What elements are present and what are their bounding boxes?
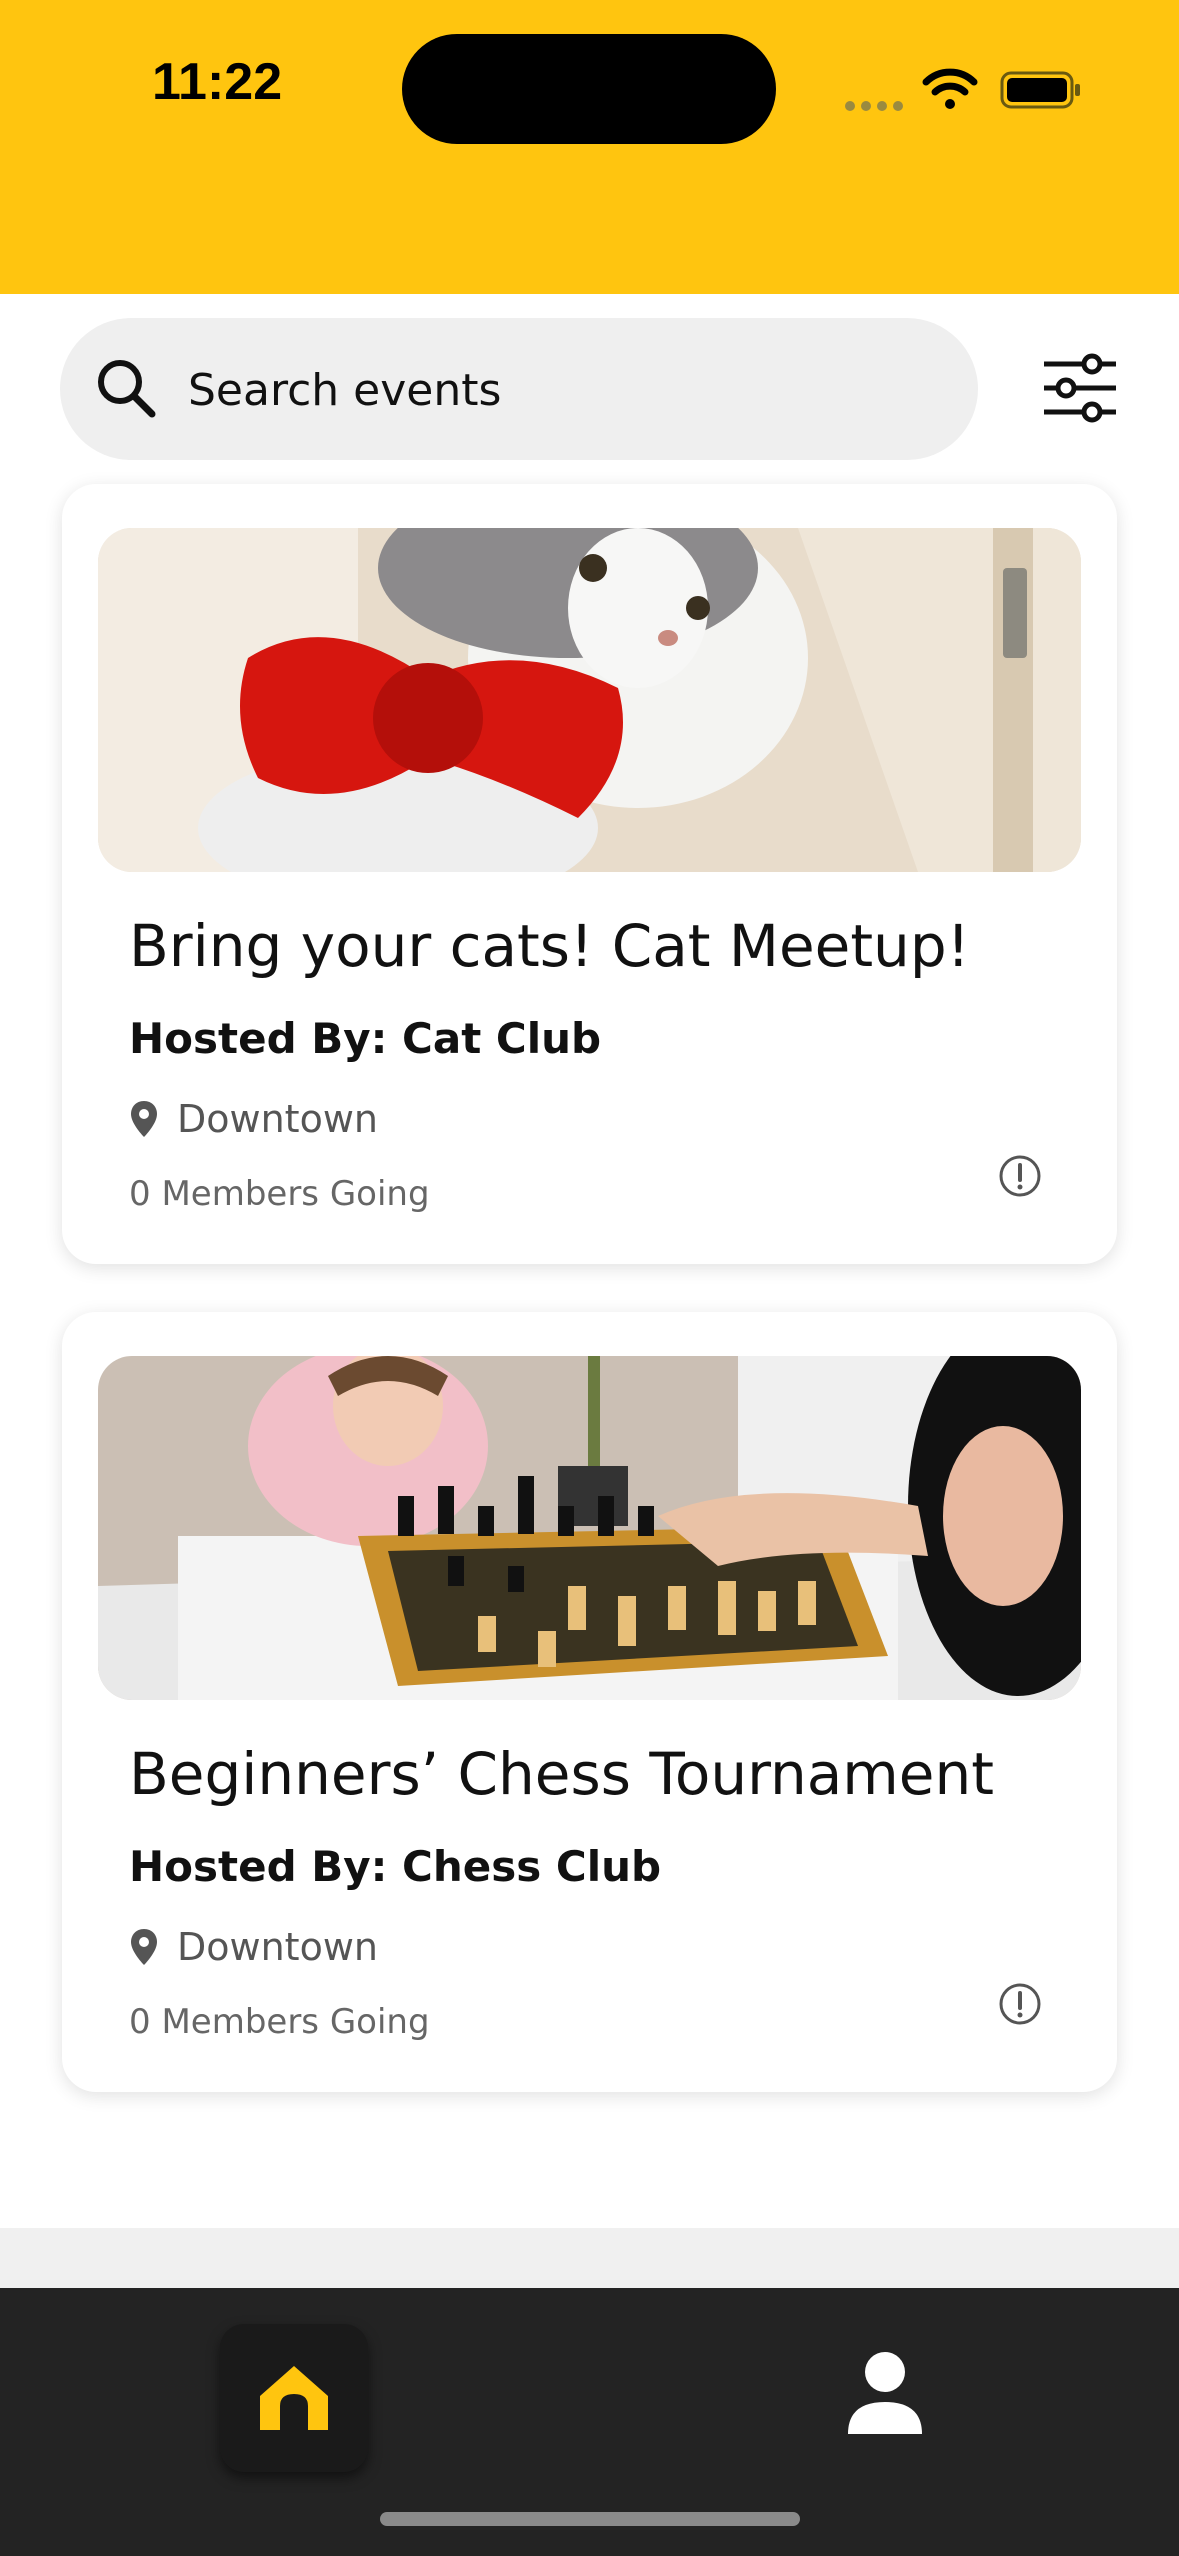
event-members-count: 0 Members Going bbox=[129, 2002, 430, 2042]
event-card[interactable]: Beginners’ Chess Tournament Hosted By: C… bbox=[62, 1312, 1117, 2092]
search-icon bbox=[98, 360, 156, 418]
event-members-count: 0 Members Going bbox=[129, 1174, 430, 1214]
event-location-text: Downtown bbox=[177, 1097, 378, 1141]
event-host: Hosted By: Cat Club bbox=[129, 1014, 602, 1063]
dynamic-island bbox=[402, 34, 776, 144]
event-location: Downtown bbox=[129, 1094, 378, 1144]
report-alert-icon[interactable] bbox=[998, 1982, 1042, 2026]
event-host: Hosted By: Chess Club bbox=[129, 1842, 662, 1891]
event-location-text: Downtown bbox=[177, 1925, 378, 1969]
search-input[interactable] bbox=[186, 318, 950, 462]
event-title: Beginners’ Chess Tournament bbox=[129, 1740, 994, 1808]
event-title: Bring your cats! Cat Meetup! bbox=[129, 912, 970, 980]
home-icon bbox=[260, 2366, 328, 2430]
cellular-signal-icon bbox=[845, 96, 909, 115]
nav-home-button[interactable] bbox=[220, 2324, 368, 2472]
location-pin-icon bbox=[131, 1101, 157, 1137]
event-image-chess bbox=[98, 1356, 1081, 1700]
content-footer-band bbox=[0, 2228, 1179, 2288]
home-indicator bbox=[380, 2512, 800, 2526]
battery-icon bbox=[1000, 71, 1080, 109]
search-bar[interactable] bbox=[60, 318, 978, 462]
report-alert-icon[interactable] bbox=[998, 1154, 1042, 1198]
profile-icon[interactable] bbox=[840, 2348, 930, 2438]
location-pin-icon bbox=[131, 1929, 157, 1965]
event-card[interactable]: Bring your cats! Cat Meetup! Hosted By: … bbox=[62, 484, 1117, 1264]
event-image-cat bbox=[98, 528, 1081, 872]
event-location: Downtown bbox=[129, 1922, 378, 1972]
status-time: 11:22 bbox=[152, 53, 283, 111]
wifi-icon bbox=[922, 68, 978, 109]
top-header: 11:22 bbox=[0, 0, 1179, 294]
filter-sliders-icon[interactable] bbox=[1040, 348, 1120, 428]
